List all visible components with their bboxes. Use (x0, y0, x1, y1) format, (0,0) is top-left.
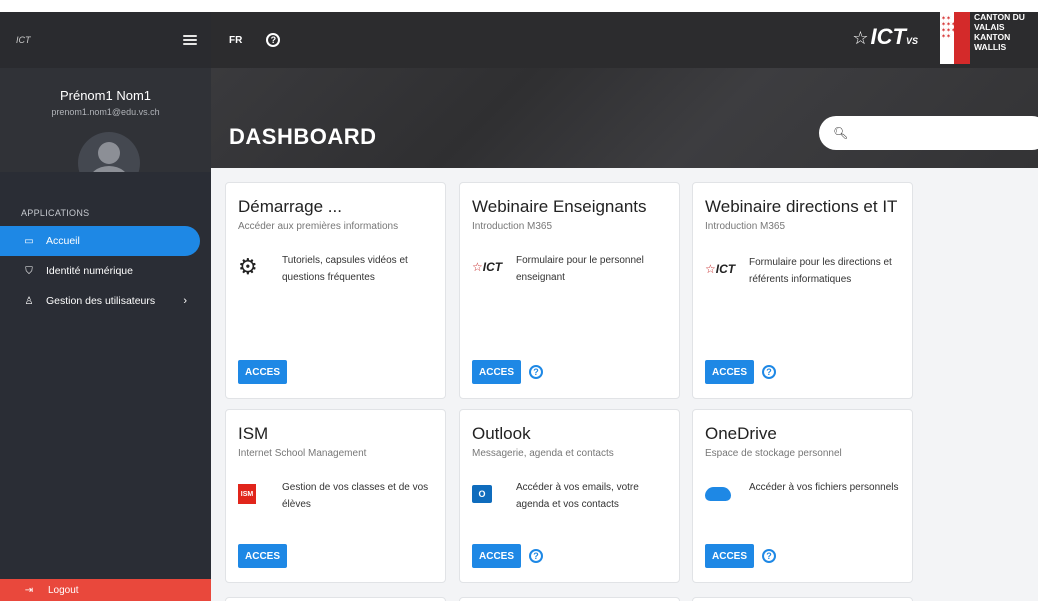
app-card-webinaire-enseignants: Webinaire Enseignants Introduction M365 … (459, 182, 680, 399)
card-description: Tutoriels, capsules vidéos et questions … (282, 255, 408, 283)
card-title: Démarrage ... (238, 197, 342, 216)
card-title: ISM (238, 424, 269, 443)
search-input[interactable] (858, 126, 1038, 140)
sidebar-item-gestion[interactable]: ♙ Gestion des utilisateurs › (0, 286, 211, 316)
page-header: DASHBOARD 🔍︎ (211, 68, 1038, 168)
gear-hand-icon: ⚙ (238, 254, 258, 279)
logout-icon: ⇥ (24, 584, 34, 596)
card-subtitle: Espace de stockage personnel (705, 448, 842, 459)
page-title: DASHBOARD (229, 124, 377, 149)
acces-button[interactable]: ACCES (705, 544, 755, 568)
app-card-partial (459, 597, 680, 601)
ism-icon: ISM (238, 484, 256, 504)
top-bar: FR ? ☆ICTVS ✶✶ ✶✶✶ ✶✶✶ ✶✶ CANTON DU VALAIS … (211, 12, 1038, 68)
sidebar-nav: APPLICATIONS ▭ Accueil ⛉ Identité numéri… (0, 172, 211, 579)
card-subtitle: Accéder aux premières informations (238, 221, 399, 232)
user-profile: Prénom1 Nom1 prenom1.nom1@edu.vs.ch (0, 68, 211, 194)
canton-shield-logo: ✶✶ ✶✶✶ ✶✶✶ ✶✶ (940, 12, 970, 64)
hamburger-menu-icon[interactable] (183, 35, 197, 45)
onedrive-cloud-icon (705, 487, 731, 501)
logout-button[interactable]: ⇥ Logout (0, 579, 211, 601)
card-subtitle: Internet School Management (238, 448, 367, 459)
card-description: Accéder à vos fichiers personnels (749, 482, 899, 493)
outlook-icon: O (472, 485, 492, 503)
help-icon[interactable]: ? (266, 33, 281, 47)
app-card-onedrive: OneDrive Espace de stockage personnel Ac… (692, 409, 913, 583)
sidebar-header: ICT (0, 12, 211, 68)
card-subtitle: Introduction M365 (472, 221, 553, 232)
ict-logo-icon: ☆ICT (472, 260, 503, 274)
card-title: Webinaire Enseignants (472, 197, 647, 216)
card-subtitle: Introduction M365 (705, 221, 786, 232)
app-card-partial (692, 597, 913, 601)
acces-button[interactable]: ACCES (705, 360, 755, 384)
app-card-webinaire-directions: Webinaire directions et IT Introduction … (692, 182, 913, 399)
sidebar-item-accueil[interactable]: ▭ Accueil (0, 226, 200, 256)
section-label: APPLICATIONS (21, 208, 90, 218)
logout-label: Logout (48, 584, 79, 596)
acces-button[interactable]: ACCES (472, 544, 522, 568)
sidebar-item-label: Accueil (46, 235, 80, 247)
app-card-demarrage: Démarrage ... Accéder aux premières info… (225, 182, 446, 399)
screen-icon: ▭ (24, 235, 34, 247)
canton-line-de: KANTON WALLIS (974, 32, 1011, 52)
ict-logo-icon: ☆ICT (705, 262, 736, 276)
card-description: Formulaire pour le personnel enseignant (516, 255, 644, 283)
search-box[interactable]: 🔍︎ (819, 116, 1038, 150)
card-description: Formulaire pour les directions et référe… (749, 257, 892, 285)
app-card-ism: ISM Internet School Management ISM Gesti… (225, 409, 446, 583)
help-circle-icon[interactable]: ? (529, 365, 544, 379)
acces-button[interactable]: ACCES (238, 360, 288, 384)
app-card-partial (225, 597, 446, 601)
card-title: OneDrive (705, 424, 777, 443)
card-subtitle: Messagerie, agenda et contacts (472, 448, 614, 459)
help-circle-icon[interactable]: ? (529, 549, 544, 563)
card-title: Webinaire directions et IT (705, 197, 898, 216)
language-selector[interactable]: FR (229, 35, 242, 46)
ict-logo: ☆ICTVS (852, 24, 918, 49)
sidebar-item-identite[interactable]: ⛉ Identité numérique (0, 256, 211, 286)
sidebar-item-label: Gestion des utilisateurs (46, 295, 156, 307)
app-window: ICT Prénom1 Nom1 prenom1.nom1@edu.vs.ch … (0, 12, 1038, 601)
acces-button[interactable]: ACCES (472, 360, 522, 384)
sidebar-item-label: Identité numérique (46, 265, 133, 277)
app-card-outlook: Outlook Messagerie, agenda et contacts O… (459, 409, 680, 583)
card-description: Gestion de vos classes et de vos élèves (282, 482, 429, 510)
shield-check-icon: ⛉ (25, 265, 33, 277)
user-icon: ♙ (24, 295, 34, 307)
acces-button[interactable]: ACCES (238, 544, 288, 568)
canton-line-fr: CANTON DU VALAIS (974, 12, 1025, 32)
canton-name: CANTON DU VALAIS KANTON WALLIS (974, 12, 1038, 52)
user-name: Prénom1 Nom1 (59, 88, 152, 103)
help-circle-icon[interactable]: ? (762, 549, 777, 563)
sidebar: ICT Prénom1 Nom1 prenom1.nom1@edu.vs.ch … (0, 12, 211, 601)
help-circle-icon[interactable]: ? (762, 365, 777, 379)
search-icon: 🔍︎ (833, 126, 849, 140)
card-description: Accéder à vos emails, votre agenda et vo… (516, 482, 639, 510)
user-email: prenom1.nom1@edu.vs.ch (51, 107, 160, 117)
card-title: Outlook (472, 424, 531, 443)
chevron-right-icon: › (183, 295, 187, 307)
ict-small-logo: ICT (16, 35, 31, 45)
